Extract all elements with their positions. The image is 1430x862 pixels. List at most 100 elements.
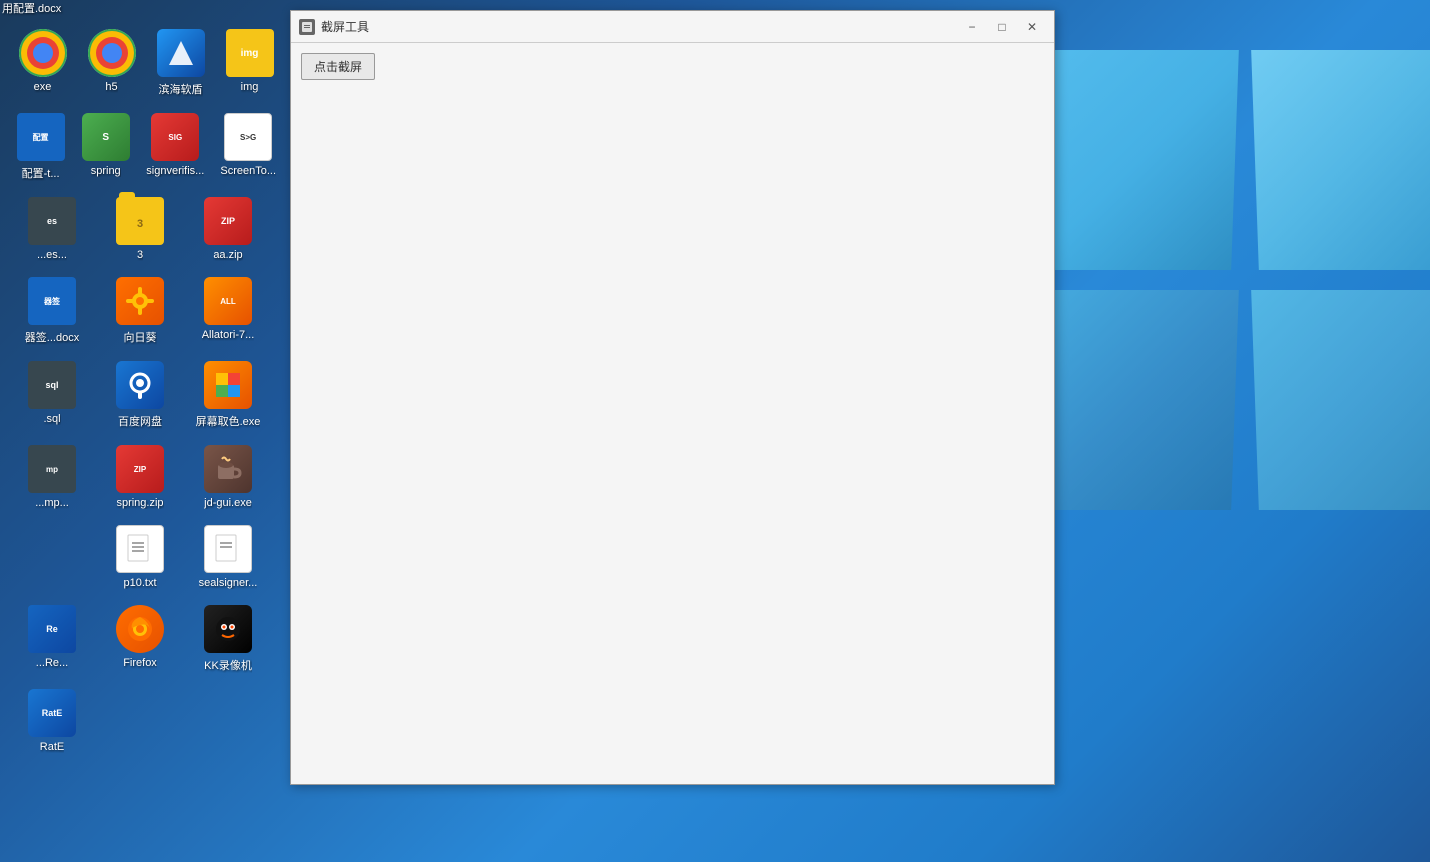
windows-logo-area [1050, 0, 1430, 862]
sealsigner-label: sealsigner... [199, 577, 258, 589]
xiangrikui-label: 向日葵 [124, 329, 157, 345]
folder3-icon: 3 [116, 197, 164, 245]
mp-label: ...mp... [35, 497, 69, 509]
qigear-label: 器签...docx [25, 329, 79, 345]
win-logo-pane-tl [1050, 50, 1239, 270]
kk-icon [204, 605, 252, 653]
firefox-icon [116, 605, 164, 653]
icon-spring[interactable]: S spring [77, 107, 134, 187]
window-content: 点击截屏 [291, 43, 1054, 784]
close-button[interactable]: ✕ [1018, 17, 1046, 37]
signverif-icon: SIG [151, 113, 199, 161]
kk-label: KK录像机 [204, 657, 252, 673]
icon-p10[interactable]: p10.txt [100, 519, 180, 595]
maximize-button[interactable]: □ [988, 17, 1016, 37]
win-logo-pane-br [1251, 290, 1430, 510]
icon-rate[interactable]: RatE RatE [12, 683, 92, 759]
xiangrikui-icon [116, 277, 164, 325]
p10-icon [116, 525, 164, 573]
icon-row-6: p10.txt sealsigner... [12, 519, 280, 595]
win-logo-pane-bl [1050, 290, 1239, 510]
icon-jdgui[interactable]: jd-gui.exe [188, 439, 268, 515]
icon-row-8: RatE RatE [12, 683, 280, 759]
icon-h5[interactable]: h5 [81, 23, 142, 103]
spring-label: spring [91, 165, 121, 177]
window-small-icon [299, 19, 315, 35]
rate-icon: RatE [28, 689, 76, 737]
minimize-button[interactable]: − [958, 17, 986, 37]
re-icon: Re [28, 605, 76, 653]
icon-mp[interactable]: mp ...mp... [12, 439, 92, 515]
icon-allatori[interactable]: ALL Allatori-7... [188, 271, 268, 351]
icon-binhai[interactable]: 滨海软盾 [150, 23, 211, 103]
icon-colorpick[interactable]: 屏幕取色.exe [188, 355, 268, 435]
icon-row-5: mp ...mp... ZIP spring.zip [12, 439, 280, 515]
jdgui-label: jd-gui.exe [204, 497, 252, 509]
conf-icon: 配置 [17, 113, 65, 161]
icon-aazip[interactable]: ZIP aa.zip [188, 191, 268, 267]
img-label: img [241, 81, 259, 93]
icon-exe[interactable]: exe [12, 23, 73, 103]
baidu-label: 百度网盘 [118, 413, 162, 429]
sql-icon: sql [28, 361, 76, 409]
icon-folder3[interactable]: 3 3 [100, 191, 180, 267]
window-controls: − □ ✕ [958, 17, 1046, 37]
es-label: ...es... [37, 249, 67, 261]
firefox-label: Firefox [123, 657, 157, 669]
desktop-icons-area: 用配置.docx exe h5 滨海软盾 img [0, 0, 290, 862]
exe-label: exe [34, 81, 52, 93]
icon-sql[interactable]: sql .sql [12, 355, 92, 435]
baidu-icon [116, 361, 164, 409]
capture-area [301, 85, 1044, 774]
springzip-icon: ZIP [116, 445, 164, 493]
aazip-icon: ZIP [204, 197, 252, 245]
icon-sealsigner[interactable]: sealsigner... [188, 519, 268, 595]
win-logo-pane-tr [1251, 50, 1430, 270]
icon-xiangrikui[interactable]: 向日葵 [100, 271, 180, 351]
icon-re[interactable]: Re ...Re... [12, 599, 92, 679]
re-label: ...Re... [36, 657, 68, 669]
h5-label: h5 [105, 81, 117, 93]
aazip-label: aa.zip [213, 249, 242, 261]
sealsigner-icon [204, 525, 252, 573]
capture-button[interactable]: 点击截屏 [301, 53, 375, 80]
desktop-background: 用配置.docx exe h5 滨海软盾 img [0, 0, 1430, 862]
icon-baidu[interactable]: 百度网盘 [100, 355, 180, 435]
icon-row-3: 器签 器签...docx 向日葵 [12, 271, 280, 351]
window-titlebar: 截屏工具 − □ ✕ [291, 11, 1054, 43]
icon-row-7: Re ...Re... Firefox [12, 599, 280, 679]
img-icon: img [226, 29, 274, 77]
icon-img[interactable]: img img [219, 23, 280, 103]
top-partial-label: 用配置.docx [2, 0, 61, 16]
icon-springzip[interactable]: ZIP spring.zip [100, 439, 180, 515]
icon-firefox[interactable]: Firefox [100, 599, 180, 679]
sql-label: .sql [43, 413, 60, 425]
screento-icon: S>G [224, 113, 272, 161]
app-window-jieping: 截屏工具 − □ ✕ 点击截屏 [290, 10, 1055, 785]
window-title-text: 截屏工具 [321, 18, 369, 35]
colorpick-icon [204, 361, 252, 409]
icon-kk[interactable]: KK录像机 [188, 599, 268, 679]
signverif-label: signverifis... [146, 165, 204, 177]
es-icon: es [28, 197, 76, 245]
p10-label: p10.txt [123, 577, 156, 589]
colorpick-label: 屏幕取色.exe [196, 413, 261, 429]
icon-es[interactable]: es ...es... [12, 191, 92, 267]
window-title-left: 截屏工具 [299, 18, 369, 35]
conf-label: 配置-t... [22, 165, 60, 181]
qigear-icon: 器签 [28, 277, 76, 325]
icon-row-1: 配置 配置-t... S spring SIG signverifis... S… [12, 107, 280, 187]
icon-qigear[interactable]: 器签 器签...docx [12, 271, 92, 351]
binhai-icon [157, 29, 205, 77]
allatori-label: Allatori-7... [202, 329, 255, 341]
spring-icon: S [82, 113, 130, 161]
screento-label: ScreenTo... [220, 165, 276, 177]
icon-signverif[interactable]: SIG signverifis... [142, 107, 208, 187]
icon-conf[interactable]: 配置 配置-t... [12, 107, 69, 187]
icon-screento[interactable]: S>G ScreenTo... [216, 107, 280, 187]
allatori-icon: ALL [204, 277, 252, 325]
springzip-label: spring.zip [116, 497, 163, 509]
windows-logo-inner [1050, 50, 1430, 810]
folder3-label: 3 [137, 249, 143, 261]
h5-icon [88, 29, 136, 77]
